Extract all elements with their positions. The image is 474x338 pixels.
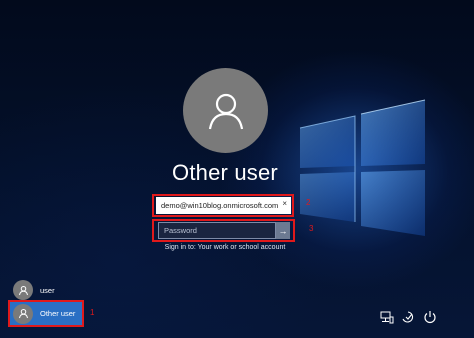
power-icon[interactable]	[423, 310, 437, 324]
user-avatar-small	[13, 280, 33, 300]
annotation-marker-1: 1	[90, 308, 95, 317]
clear-icon[interactable]: ×	[282, 199, 287, 208]
account-display-name: Other user	[172, 160, 278, 185]
user-list-item-user[interactable]: user	[10, 279, 82, 301]
person-icon	[208, 93, 243, 129]
person-icon	[18, 309, 28, 319]
sign-in-hint: Sign in to: Your work or school account	[164, 244, 286, 251]
network-icon[interactable]	[380, 310, 394, 324]
password-field[interactable]: Password	[158, 222, 276, 239]
email-value: demo@win10blog.onmicrosoft.com	[161, 201, 279, 210]
user-avatar-large	[183, 68, 268, 153]
email-field[interactable]: demo@win10blog.onmicrosoft.com ×	[156, 197, 291, 214]
annotation-marker-3: 3	[309, 224, 314, 233]
annotation-marker-2: 2	[306, 198, 311, 207]
user-list-item-other-user[interactable]: Other user	[10, 302, 82, 325]
password-placeholder: Password	[164, 226, 197, 235]
submit-button[interactable]: →	[276, 222, 290, 239]
arrow-right-icon: →	[278, 225, 288, 236]
ease-of-access-icon[interactable]	[401, 310, 415, 324]
user-list-label: Other user	[40, 309, 76, 318]
user-list-label: user	[40, 285, 55, 295]
person-icon	[18, 285, 28, 295]
user-avatar-small	[13, 303, 33, 324]
